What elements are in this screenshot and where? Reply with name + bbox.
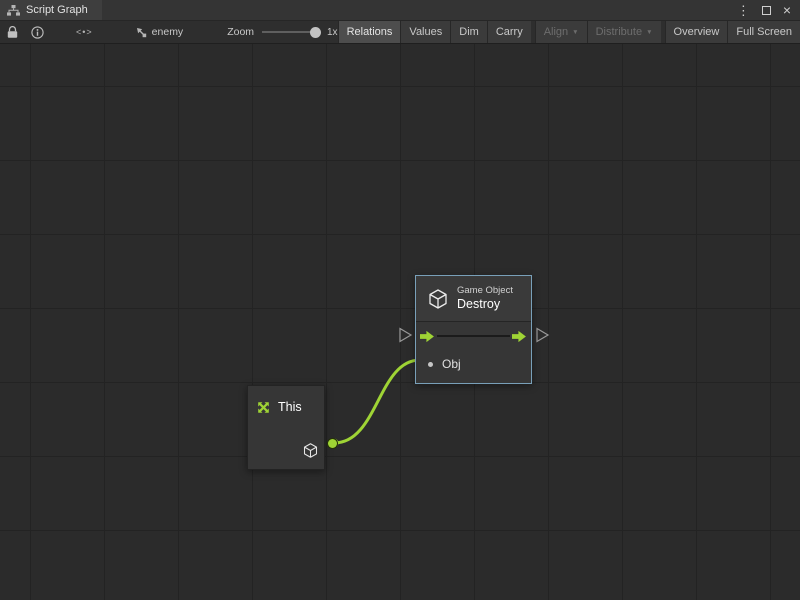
control-input-arrow-icon[interactable] [420, 330, 435, 343]
graph-tab-icon [7, 5, 20, 16]
game-object-cube-icon [428, 289, 448, 309]
connection-layer [0, 44, 800, 600]
zoom-value: 1x [327, 27, 338, 38]
align-label: Align [544, 26, 568, 38]
zoom-slider[interactable] [262, 31, 318, 33]
lock-icon[interactable] [7, 26, 18, 39]
maximize-icon[interactable] [762, 6, 771, 15]
tab-title: Script Graph [26, 4, 88, 16]
connection-wire[interactable] [334, 360, 420, 443]
node-title: This [278, 400, 302, 414]
node-this[interactable]: This [247, 385, 325, 470]
window-controls: ⋮ × [737, 3, 800, 17]
node-title: Destroy [457, 297, 513, 313]
full-screen-button[interactable]: Full Screen [727, 21, 800, 43]
close-icon[interactable]: × [783, 3, 791, 17]
destroy-control-output-triangle[interactable] [537, 329, 548, 342]
this-output-cube-icon [303, 443, 318, 458]
graph-name: enemy [152, 26, 184, 38]
control-output-arrow-icon[interactable] [512, 330, 527, 343]
destroy-control-input-triangle[interactable] [400, 329, 411, 342]
this-unit-icon [253, 396, 274, 417]
zoom-label: Zoom [227, 26, 254, 38]
distribute-dropdown[interactable]: Distribute ▼ [587, 21, 661, 43]
dim-toggle[interactable]: Dim [450, 21, 487, 43]
graph-breadcrumb[interactable]: enemy [135, 26, 184, 38]
graph-pointer-icon [135, 26, 147, 38]
graph-toolbar: <•> enemy Zoom 1x Relations Values Dim C… [0, 21, 800, 44]
obj-input-port[interactable] [428, 362, 433, 367]
relation-line [437, 335, 510, 337]
relations-toggle[interactable]: Relations [338, 21, 401, 43]
dropdown-arrow-icon: ▼ [572, 29, 578, 36]
this-node-header[interactable]: This [248, 386, 324, 428]
destroy-node-titles: Game Object Destroy [457, 285, 513, 313]
node-category: Game Object [457, 285, 513, 297]
destroy-control-row [416, 322, 531, 350]
carry-toggle[interactable]: Carry [487, 21, 531, 43]
obj-port-label: Obj [442, 357, 461, 371]
destroy-input-row: Obj [416, 353, 531, 375]
distribute-label: Distribute [596, 26, 642, 38]
title-bar: Script Graph ⋮ × [0, 0, 800, 21]
tab-script-graph[interactable]: Script Graph [0, 0, 102, 20]
graph-canvas[interactable]: Game Object Destroy Obj [0, 44, 800, 600]
info-icon[interactable] [31, 26, 44, 39]
node-destroy[interactable]: Game Object Destroy Obj [415, 275, 532, 384]
destroy-node-header[interactable]: Game Object Destroy [416, 276, 531, 322]
align-dropdown[interactable]: Align ▼ [535, 21, 587, 43]
code-icon[interactable]: <•> [76, 27, 93, 37]
toolbar-buttons: Relations Values Dim Carry Align ▼ Distr… [338, 21, 800, 43]
values-toggle[interactable]: Values [400, 21, 450, 43]
zoom-slider-knob[interactable] [310, 27, 321, 38]
overview-button[interactable]: Overview [665, 21, 728, 43]
this-output-port[interactable] [328, 439, 337, 448]
window-menu-icon[interactable]: ⋮ [737, 4, 750, 17]
dropdown-arrow-icon: ▼ [646, 29, 652, 36]
